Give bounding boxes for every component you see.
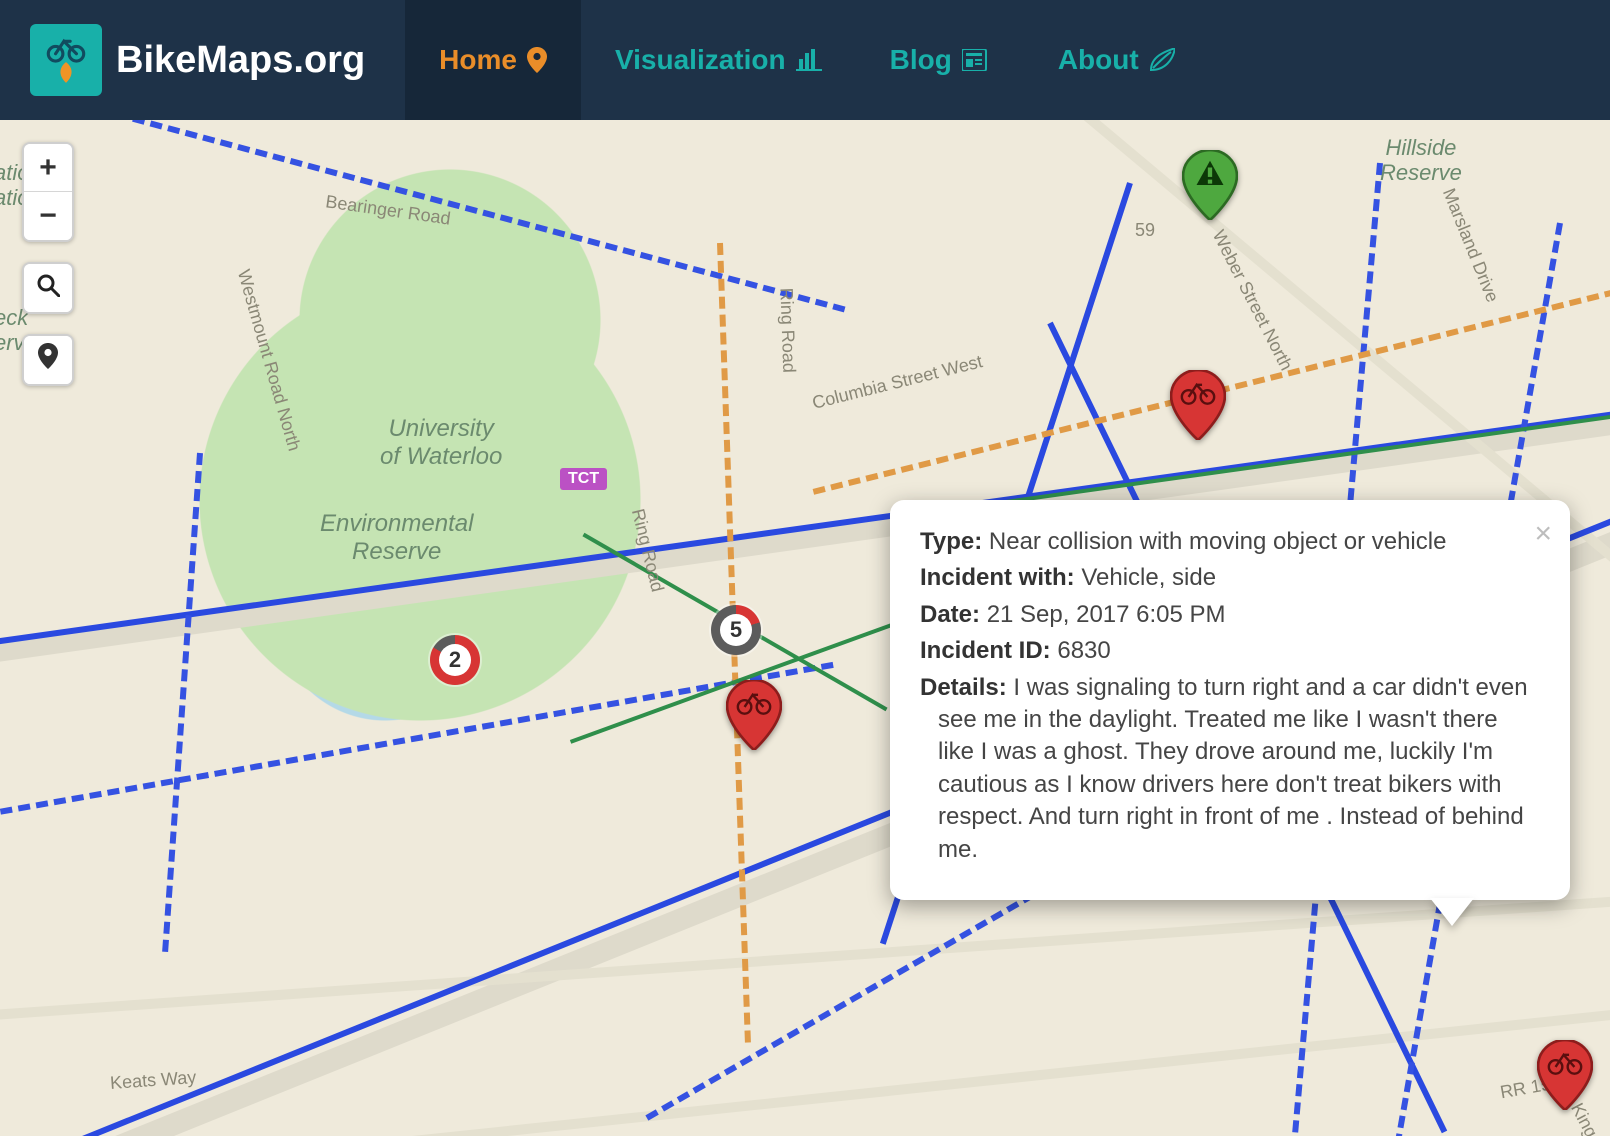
locate-button[interactable] — [24, 336, 72, 384]
bike-route-dash — [0, 662, 834, 824]
marker-collision[interactable] — [1170, 370, 1226, 440]
map-label-hillside: HillsideReserve — [1380, 135, 1462, 186]
cluster-count: 2 — [439, 644, 471, 676]
nav-label: Home — [439, 44, 517, 76]
incident-popup: × Type: Near collision with moving objec… — [890, 500, 1570, 900]
marker-cluster[interactable]: 2 — [430, 635, 480, 685]
popup-row-type: Type: Near collision with moving object … — [920, 526, 1530, 558]
tct-badge: TCT — [560, 468, 607, 490]
news-icon — [962, 49, 990, 71]
zoom-out-button[interactable]: − — [24, 192, 72, 240]
brand-logo — [30, 24, 102, 96]
road-decor — [0, 887, 1610, 1023]
popup-row-details: Details: I was signaling to turn right a… — [920, 672, 1530, 866]
pin-icon — [38, 343, 58, 377]
search-icon — [36, 271, 60, 305]
popup-close-button[interactable]: × — [1534, 514, 1552, 555]
map-canvas[interactable]: Universityof Waterloo EnvironmentalReser… — [0, 120, 1610, 1136]
popup-tail — [1430, 898, 1474, 926]
brand-name: BikeMaps.org — [116, 39, 365, 82]
map-controls: + − — [22, 142, 74, 386]
nav-label: Blog — [890, 44, 952, 76]
search-control — [22, 262, 74, 314]
zoom-in-button[interactable]: + — [24, 144, 72, 192]
marker-hazard[interactable] — [1182, 150, 1238, 220]
zoom-control: + − — [22, 142, 74, 242]
map-label-university: Universityof Waterloo — [380, 415, 502, 470]
road-label: Ring Road — [776, 287, 800, 373]
marker-collision[interactable] — [1537, 1040, 1593, 1110]
road-decor — [0, 996, 1610, 1136]
nav-home[interactable]: Home — [405, 0, 581, 120]
search-button[interactable] — [24, 264, 72, 312]
popup-row-date: Date: 21 Sep, 2017 6:05 PM — [920, 599, 1530, 631]
road-label: Columbia Street West — [810, 351, 985, 413]
road-label: 59 — [1135, 220, 1155, 241]
road-label: Keats Way — [109, 1067, 197, 1094]
nav-blog[interactable]: Blog — [856, 0, 1024, 120]
leaf-icon — [1149, 48, 1175, 72]
pin-icon — [527, 47, 547, 73]
top-nav: BikeMaps.org Home Visualization Blog Abo… — [0, 0, 1610, 120]
nav-visualization[interactable]: Visualization — [581, 0, 856, 120]
brand[interactable]: BikeMaps.org — [30, 24, 365, 96]
popup-row-with: Incident with: Vehicle, side — [920, 562, 1530, 594]
chart-icon — [796, 49, 822, 71]
road-label: Westmount Road North — [233, 267, 305, 453]
bike-route-dash — [162, 453, 203, 952]
road-label: Marsland Drive — [1438, 185, 1503, 305]
nav-about[interactable]: About — [1024, 0, 1209, 120]
nav-label: Visualization — [615, 44, 786, 76]
marker-collision[interactable] — [726, 680, 782, 750]
marker-cluster[interactable]: 5 — [711, 605, 761, 655]
map-label-reserve: EnvironmentalReserve — [320, 510, 473, 565]
popup-row-id: Incident ID: 6830 — [920, 635, 1530, 667]
cluster-count: 5 — [720, 614, 752, 646]
locate-control — [22, 334, 74, 386]
nav-label: About — [1058, 44, 1139, 76]
